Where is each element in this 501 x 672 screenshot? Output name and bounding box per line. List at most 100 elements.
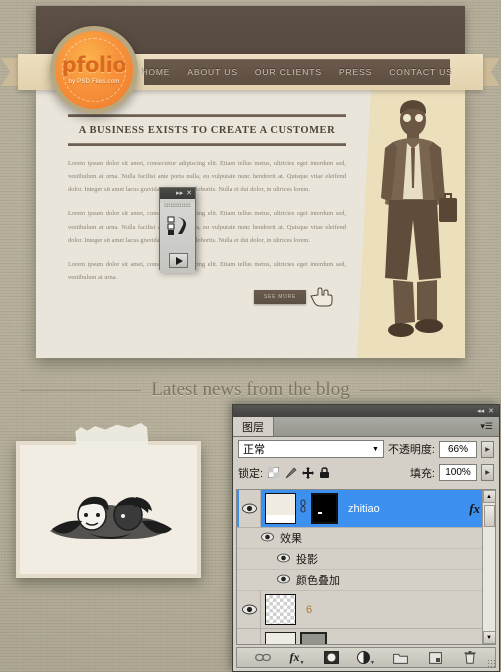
- layer-style-fx-icon[interactable]: fx: [469, 501, 480, 517]
- adjustment-layer-icon[interactable]: ▼: [357, 650, 375, 666]
- play-icon: [175, 256, 183, 265]
- eye-icon: [277, 574, 290, 584]
- link-layers-icon[interactable]: [254, 650, 272, 666]
- collapse-icon[interactable]: ◂◂: [477, 408, 484, 415]
- see-more-row: SEE MORE: [254, 287, 334, 307]
- close-icon[interactable]: ✕: [186, 190, 192, 197]
- color-overlay-visibility-toggle[interactable]: [277, 571, 290, 589]
- nav-item-about-us[interactable]: ABOUT US: [187, 67, 238, 77]
- layer-name[interactable]: zhitiao: [348, 503, 380, 515]
- drop-shadow-visibility-toggle[interactable]: [277, 550, 290, 568]
- scrollbar-thumb[interactable]: [483, 505, 495, 527]
- layers-panel-titlebar[interactable]: ◂◂ ✕: [233, 405, 499, 417]
- new-layer-icon[interactable]: [426, 650, 444, 666]
- blend-mode-select[interactable]: 正常 ▼: [238, 440, 384, 458]
- table-row[interactable]: zhitiao fx ▲: [237, 490, 495, 528]
- tab-layers[interactable]: 图层: [233, 417, 274, 436]
- article-rule-bottom: [68, 143, 346, 146]
- layers-bottom-toolbar: fx ▼ ▼: [236, 647, 496, 668]
- close-icon[interactable]: ✕: [488, 408, 494, 415]
- divider-line-left: [20, 389, 142, 391]
- hand-cursor-icon: [310, 287, 333, 307]
- panel-menu-icon[interactable]: ▾☰: [480, 417, 499, 436]
- site-navigation: HOME ABOUT US OUR CLIENTS PRESS CONTACT …: [141, 59, 452, 85]
- layer-thumbnail[interactable]: [265, 493, 296, 524]
- opacity-input[interactable]: 66%: [439, 440, 477, 458]
- nav-item-our-clients[interactable]: OUR CLIENTS: [255, 67, 322, 77]
- fill-input[interactable]: 100%: [439, 464, 477, 481]
- effects-visibility-toggle[interactable]: [261, 529, 274, 547]
- eye-icon: [277, 553, 290, 563]
- chevron-down-icon: ▼: [372, 445, 379, 453]
- delete-layer-icon[interactable]: [461, 650, 479, 666]
- eye-icon: [242, 503, 257, 514]
- effect-label: 投影: [296, 554, 318, 566]
- layers-scrollbar[interactable]: ▲ ▼: [482, 490, 495, 644]
- actions-palette-titlebar[interactable]: ▸▸ ✕: [160, 188, 195, 199]
- effect-label: 颜色叠加: [296, 575, 340, 587]
- layer-visibility-toggle[interactable]: [239, 591, 261, 628]
- table-row[interactable]: 6: [237, 591, 495, 629]
- site-content-page: A BUSINESS EXISTS TO CREATE A CUSTOMER L…: [36, 86, 465, 358]
- blend-mode-row: 正常 ▼ 不透明度: 66% ▶: [233, 437, 499, 461]
- see-more-button[interactable]: SEE MORE: [254, 290, 306, 304]
- layer-style-fx-icon[interactable]: fx ▼: [288, 650, 306, 666]
- drag-dots: [164, 203, 191, 207]
- list-item[interactable]: 投影: [237, 549, 495, 570]
- article-title: A BUSINESS EXISTS TO CREATE A CUSTOMER: [78, 125, 336, 136]
- list-item[interactable]: 效果: [237, 528, 495, 549]
- blog-section-heading: Latest news from the blog: [151, 379, 350, 400]
- blend-mode-value: 正常: [243, 444, 265, 456]
- actions-palette[interactable]: ▸▸ ✕: [159, 187, 196, 273]
- divider-line-right: [359, 389, 481, 391]
- nav-item-contact-us[interactable]: CONTACT US: [389, 67, 452, 77]
- tape-strip: [75, 423, 149, 458]
- nav-item-press[interactable]: PRESS: [339, 67, 372, 77]
- fill-slider-arrow[interactable]: ▶: [481, 464, 494, 481]
- table-row[interactable]: [237, 629, 495, 644]
- link-mask-icon[interactable]: [299, 499, 307, 518]
- layer-thumbnail[interactable]: [265, 632, 296, 644]
- layer-visibility-toggle[interactable]: [239, 490, 261, 527]
- layer-thumbnail[interactable]: [265, 594, 296, 625]
- fill-label: 填充:: [409, 467, 435, 480]
- collapse-icon[interactable]: ▸▸: [176, 190, 183, 197]
- layers-list: zhitiao fx ▲ 效果 投影: [236, 489, 496, 645]
- scroll-down-arrow[interactable]: ▼: [482, 631, 495, 644]
- actions-palette-body: [160, 203, 195, 273]
- layers-panel[interactable]: ◂◂ ✕ 图层 ▾☰ 正常 ▼ 不透明度: 66% ▶ 锁定: 填充: 100%…: [232, 404, 500, 672]
- layer-visibility-toggle[interactable]: [239, 629, 261, 644]
- cherub-engraving: [50, 496, 172, 539]
- new-group-icon[interactable]: [392, 650, 410, 666]
- blog-photo-card[interactable]: [16, 441, 201, 578]
- layer-name[interactable]: 6: [306, 604, 312, 616]
- opacity-label: 不透明度:: [387, 444, 435, 456]
- panel-resize-grip[interactable]: [487, 659, 496, 668]
- lock-transparent-pixels-icon[interactable]: [267, 466, 280, 479]
- blog-section-divider: Latest news from the blog: [0, 376, 501, 404]
- lock-label: 锁定:: [238, 467, 264, 480]
- layers-tab-row: 图层 ▾☰: [233, 417, 499, 437]
- lock-all-icon[interactable]: [318, 466, 331, 479]
- action-set-icon[interactable]: [167, 216, 189, 236]
- effect-label: 效果: [280, 533, 302, 545]
- scroll-up-arrow[interactable]: ▲: [482, 490, 495, 503]
- actions-icon-row: [160, 216, 195, 236]
- lock-position-icon[interactable]: [301, 466, 314, 479]
- article-block: A BUSINESS EXISTS TO CREATE A CUSTOMER L…: [68, 114, 346, 284]
- nav-item-home[interactable]: HOME: [141, 67, 170, 77]
- logo-ring: [62, 38, 126, 102]
- layer-mask-thumbnail[interactable]: [311, 493, 338, 524]
- lock-image-pixels-icon[interactable]: [284, 466, 297, 479]
- opacity-slider-arrow[interactable]: ▶: [481, 440, 494, 458]
- add-layer-mask-icon[interactable]: [323, 650, 341, 666]
- eye-icon: [261, 532, 274, 542]
- play-action-button[interactable]: [169, 253, 188, 268]
- logo-badge[interactable]: pfolio by PSD Files.com: [50, 26, 138, 114]
- article-paragraph-2: Lorem ipsum dolor sit amet, consectetur …: [68, 210, 346, 244]
- eye-icon: [242, 604, 257, 615]
- article-paragraph-1: Lorem ipsum dolor sit amet, consectetur …: [68, 160, 346, 194]
- list-item[interactable]: 颜色叠加: [237, 570, 495, 591]
- layer-mask-thumbnail[interactable]: [300, 632, 327, 644]
- gentleman-illustration: [381, 100, 457, 337]
